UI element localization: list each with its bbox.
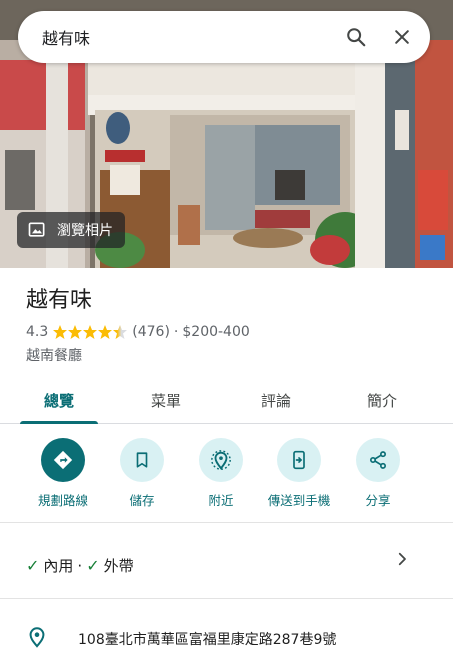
send-to-phone-button[interactable]: 傳送到手機 — [259, 438, 339, 509]
search-icon[interactable] — [338, 19, 374, 55]
search-bar[interactable]: 越有味 — [18, 11, 430, 63]
place-tabs: 總覽 菜單 評論 簡介 — [0, 378, 453, 424]
chevron-right-icon[interactable] — [393, 550, 411, 572]
browse-photos-label: 瀏覽相片 — [57, 223, 113, 239]
send-to-phone-label: 傳送到手機 — [267, 493, 331, 508]
search-input[interactable]: 越有味 — [42, 25, 338, 49]
service-separator: · — [77, 556, 83, 575]
tab-menu[interactable]: 菜單 — [151, 390, 181, 411]
photo-library-icon — [27, 220, 47, 240]
check-icon: ✓ — [86, 556, 100, 575]
review-count[interactable]: (476) — [132, 324, 170, 340]
close-icon[interactable] — [384, 19, 420, 55]
takeout-label: 外帶 — [103, 557, 134, 575]
save-label: 儲存 — [129, 493, 155, 508]
nearby-label: 附近 — [208, 493, 234, 508]
price-range: $200-400 — [182, 324, 250, 340]
divider — [0, 598, 453, 599]
share-label: 分享 — [365, 493, 391, 508]
nearby-button[interactable]: 附近 — [181, 438, 261, 509]
place-title: 越有味 — [26, 288, 93, 313]
location-pin-icon — [26, 625, 48, 653]
hero-photo[interactable]: 越有味 瀏覽相片 — [0, 0, 453, 268]
action-buttons: 規劃路線 儲存 附近 傳送到手機 分享 — [0, 438, 453, 518]
rating-row[interactable]: 4.3 (476) · $200-400 — [26, 324, 250, 340]
star-rating — [52, 324, 128, 340]
service-options[interactable]: ✓ 內用 · ✓ 外帶 — [26, 555, 134, 576]
stars-icon — [53, 325, 128, 339]
browse-photos-button[interactable]: 瀏覽相片 — [17, 212, 125, 248]
tab-reviews[interactable]: 評論 — [261, 390, 291, 411]
share-icon — [356, 438, 400, 482]
address-row[interactable]: 108臺北市萬華區富福里康定路287巷9號 — [26, 625, 336, 653]
bookmark-icon — [120, 438, 164, 482]
share-button[interactable]: 分享 — [338, 438, 418, 509]
check-icon: ✓ — [26, 556, 40, 575]
directions-icon — [41, 438, 85, 482]
active-tab-indicator — [20, 421, 98, 424]
tab-about[interactable]: 簡介 — [367, 390, 397, 411]
nearby-icon — [199, 438, 243, 482]
save-button[interactable]: 儲存 — [102, 438, 182, 509]
divider — [0, 522, 453, 523]
dine-in-label: 內用 — [43, 557, 74, 575]
place-category[interactable]: 越南餐廳 — [26, 345, 82, 365]
directions-label: 規劃路線 — [37, 493, 88, 508]
rating-value: 4.3 — [26, 324, 49, 340]
address-text[interactable]: 108臺北市萬華區富福里康定路287巷9號 — [78, 629, 336, 649]
tab-overview[interactable]: 總覽 — [44, 390, 74, 411]
price-separator: · — [173, 324, 179, 340]
send-to-phone-icon — [277, 438, 321, 482]
directions-button[interactable]: 規劃路線 — [23, 438, 103, 509]
